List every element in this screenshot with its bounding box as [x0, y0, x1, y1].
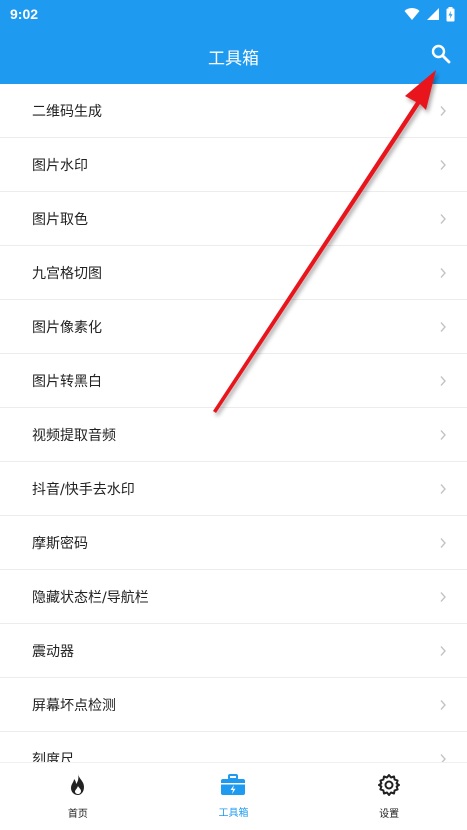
fire-icon	[67, 773, 89, 801]
list-item-label: 刻度尺	[32, 751, 74, 763]
chevron-right-icon	[439, 213, 447, 225]
list-item[interactable]: 刻度尺	[0, 732, 467, 762]
tab-home[interactable]: 首页	[18, 767, 138, 827]
list-item[interactable]: 视频提取音频	[0, 408, 467, 462]
list-item[interactable]: 屏幕坏点检测	[0, 678, 467, 732]
list-item[interactable]: 九宫格切图	[0, 246, 467, 300]
list-item-label: 九宫格切图	[32, 265, 102, 282]
list-item-label: 图片转黑白	[32, 373, 102, 390]
chevron-right-icon	[439, 105, 447, 117]
list-item-label: 隐藏状态栏/导航栏	[32, 589, 149, 606]
chevron-right-icon	[439, 645, 447, 657]
gear-icon	[377, 773, 401, 801]
tab-settings-label: 设置	[379, 809, 400, 820]
list-item[interactable]: 图片水印	[0, 138, 467, 192]
status-icons	[404, 6, 455, 22]
tool-list: 二维码生成图片水印图片取色九宫格切图图片像素化图片转黑白视频提取音频抖音/快手去…	[0, 84, 467, 762]
chevron-right-icon	[439, 375, 447, 387]
list-item[interactable]: 抖音/快手去水印	[0, 462, 467, 516]
signal-icon	[426, 7, 440, 21]
page-title: 工具箱	[208, 48, 259, 69]
list-item-label: 抖音/快手去水印	[32, 481, 135, 498]
list-item-label: 摩斯密码	[32, 535, 88, 552]
list-item-label: 视频提取音频	[32, 427, 116, 444]
status-time: 9:02	[10, 6, 39, 22]
tab-toolbox-label: 工具箱	[218, 808, 249, 819]
tab-settings[interactable]: 设置	[329, 767, 449, 827]
list-item[interactable]: 图片取色	[0, 192, 467, 246]
list-item[interactable]: 图片像素化	[0, 300, 467, 354]
list-item[interactable]: 图片转黑白	[0, 354, 467, 408]
wifi-icon	[404, 7, 420, 21]
chevron-right-icon	[439, 753, 447, 762]
list-item-label: 二维码生成	[32, 103, 102, 120]
list-item-label: 屏幕坏点检测	[32, 697, 116, 714]
battery-icon	[446, 6, 455, 22]
chevron-right-icon	[439, 537, 447, 549]
list-item[interactable]: 摩斯密码	[0, 516, 467, 570]
list-item-label: 震动器	[32, 643, 74, 660]
chevron-right-icon	[439, 591, 447, 603]
chevron-right-icon	[439, 429, 447, 441]
list-item[interactable]: 隐藏状态栏/导航栏	[0, 570, 467, 624]
search-button[interactable]	[423, 38, 459, 74]
chevron-right-icon	[439, 267, 447, 279]
tab-home-label: 首页	[67, 809, 88, 820]
list-item-label: 图片取色	[32, 211, 88, 228]
chevron-right-icon	[439, 699, 447, 711]
list-item-label: 图片水印	[32, 157, 88, 174]
list-item[interactable]: 震动器	[0, 624, 467, 678]
tab-toolbox[interactable]: 工具箱	[173, 767, 293, 827]
list-item[interactable]: 二维码生成	[0, 84, 467, 138]
app-bar: 工具箱	[0, 28, 467, 84]
screen: 9:02 工具箱 二维码生成 图片水印 图片取色 九宫格切图 图片像素化 图片转黑白 视频提	[0, 0, 467, 830]
chevron-right-icon	[439, 321, 447, 333]
status-bar: 9:02	[0, 0, 467, 28]
bottom-nav: 首页 工具箱 设置	[0, 762, 467, 830]
list-item-label: 图片像素化	[32, 319, 102, 336]
chevron-right-icon	[439, 159, 447, 171]
chevron-right-icon	[439, 483, 447, 495]
toolbox-icon	[220, 774, 246, 800]
search-icon	[430, 43, 452, 69]
